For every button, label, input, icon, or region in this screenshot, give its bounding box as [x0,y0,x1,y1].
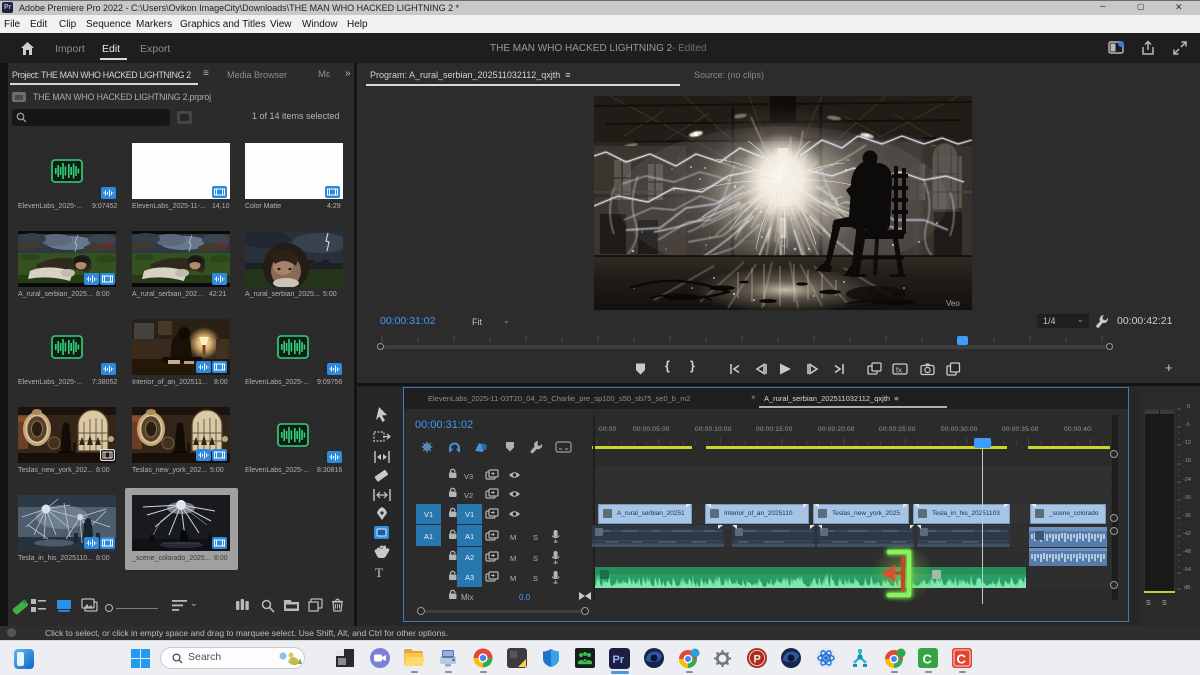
svg-text:C: C [923,652,933,667]
svg-text:M: M [510,533,516,542]
svg-text:V1: V1 [424,510,433,519]
svg-text:A1: A1 [424,532,433,541]
svg-text:0.0: 0.0 [519,593,531,602]
svg-text:Mix: Mix [461,593,473,602]
svg-text:V2: V2 [464,491,473,500]
svg-text:A2: A2 [465,553,474,562]
svg-text:M: M [510,574,516,583]
svg-text:T: T [375,565,383,580]
svg-text:V1: V1 [465,510,474,519]
svg-text:V3: V3 [464,472,473,481]
svg-text:S: S [533,574,538,583]
svg-text:C: C [957,652,967,667]
svg-text:M: M [510,554,516,563]
svg-text:A1: A1 [465,532,474,541]
svg-text:Pr: Pr [613,654,625,666]
svg-text:fx: fx [896,366,902,375]
svg-text:Veo: Veo [946,299,960,308]
svg-text:A3: A3 [465,573,474,582]
svg-text:S: S [533,554,538,563]
svg-text:S: S [533,533,538,542]
svg-text:P: P [754,654,761,666]
